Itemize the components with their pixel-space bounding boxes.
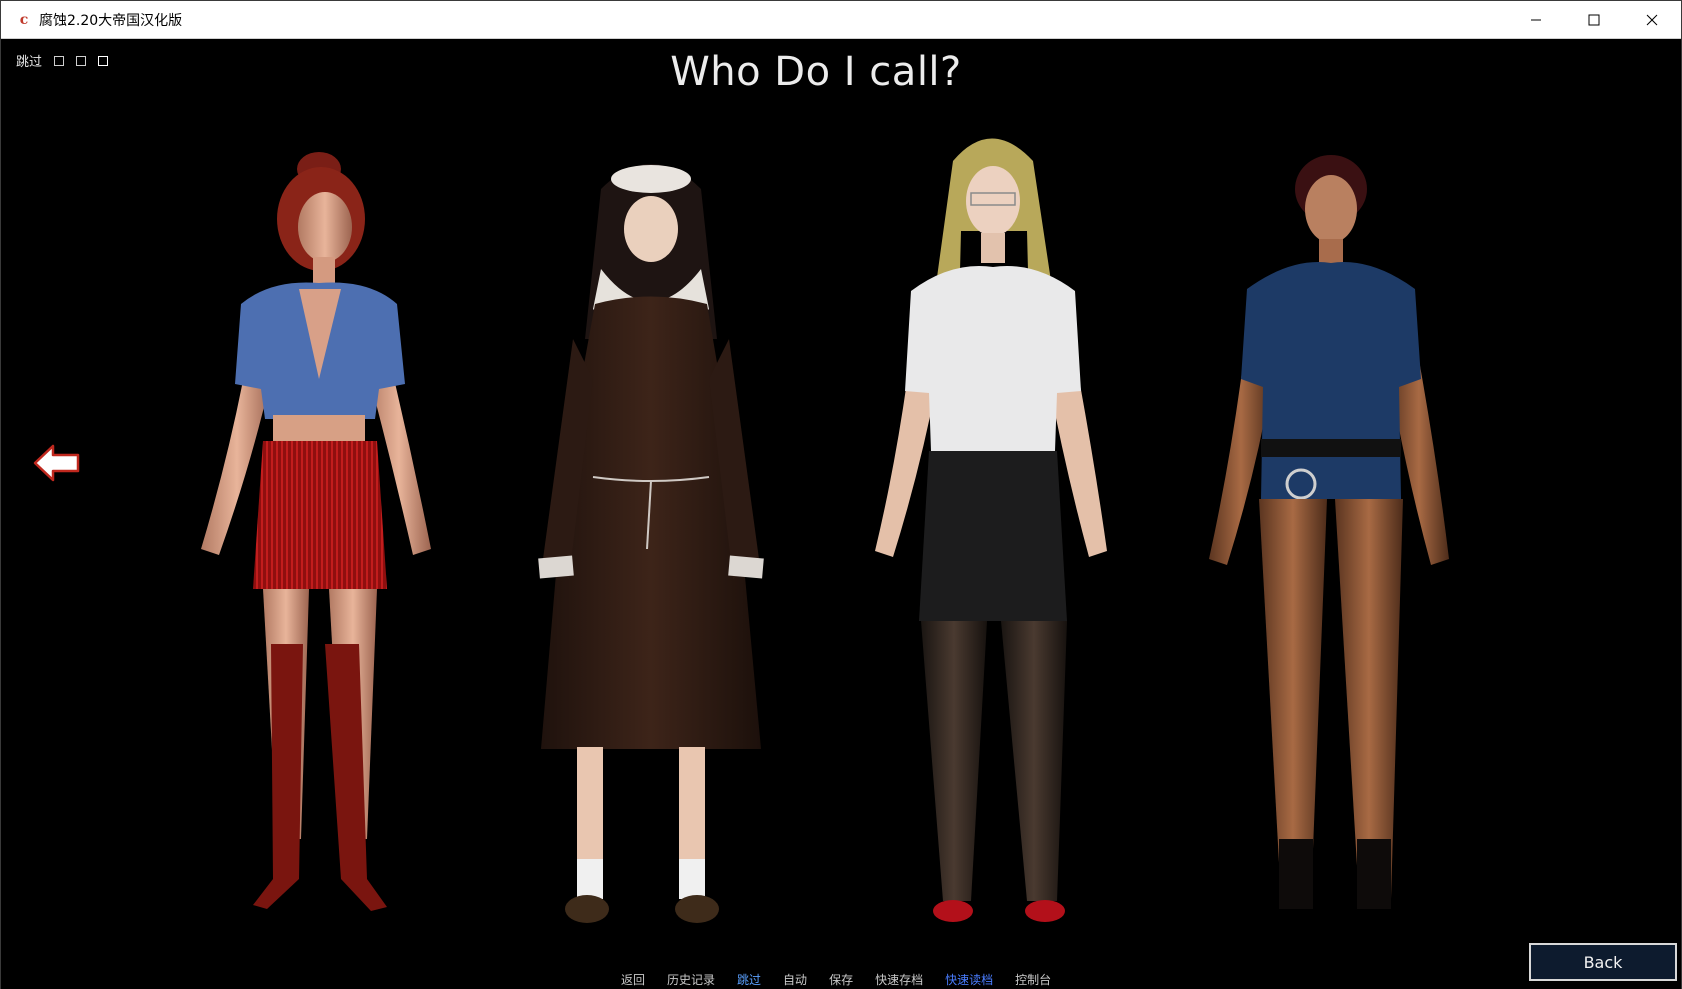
title-bar[interactable]: c 腐蚀2.20大帝国汉化版: [1, 1, 1681, 39]
character-police[interactable]: [1201, 139, 1461, 949]
character-office[interactable]: [861, 121, 1131, 951]
scene-title: Who Do I call?: [670, 49, 962, 95]
quick-menu-back[interactable]: 返回: [621, 971, 645, 988]
game-screen: 跳过 Who Do I call? 返回 历史记录 跳过 自动 保存 快速存档 …: [1, 39, 1681, 989]
close-button[interactable]: [1623, 1, 1681, 38]
arrow-left-icon[interactable]: [33, 443, 81, 483]
character-redhead[interactable]: [191, 119, 451, 949]
quick-menu-console[interactable]: 控制台: [1015, 971, 1051, 988]
minimize-icon: [1531, 19, 1541, 20]
quick-menu-skip[interactable]: 跳过: [737, 971, 761, 988]
close-icon: [1646, 14, 1658, 25]
window-title: 腐蚀2.20大帝国汉化版: [39, 12, 183, 29]
quick-menu-save[interactable]: 保存: [829, 971, 853, 988]
app-icon: c: [19, 11, 29, 28]
quick-menu-history[interactable]: 历史记录: [667, 971, 715, 988]
quick-menu-auto[interactable]: 自动: [783, 971, 807, 988]
maximize-button[interactable]: [1565, 1, 1623, 38]
quick-menu-quick-load[interactable]: 快速读档: [945, 971, 993, 988]
maximize-icon: [1588, 14, 1600, 25]
game-window: c 腐蚀2.20大帝国汉化版 跳过 Who Do I call? 返回 历史记录…: [0, 0, 1682, 989]
quick-menu: 返回 历史记录 跳过 自动 保存 快速存档 快速读档 控制台: [621, 971, 1073, 988]
back-button[interactable]: Back: [1529, 943, 1677, 981]
window-controls: [1507, 1, 1681, 38]
minimize-button[interactable]: [1507, 1, 1565, 38]
character-nun[interactable]: [521, 139, 781, 949]
quick-menu-quick-save[interactable]: 快速存档: [875, 971, 923, 988]
